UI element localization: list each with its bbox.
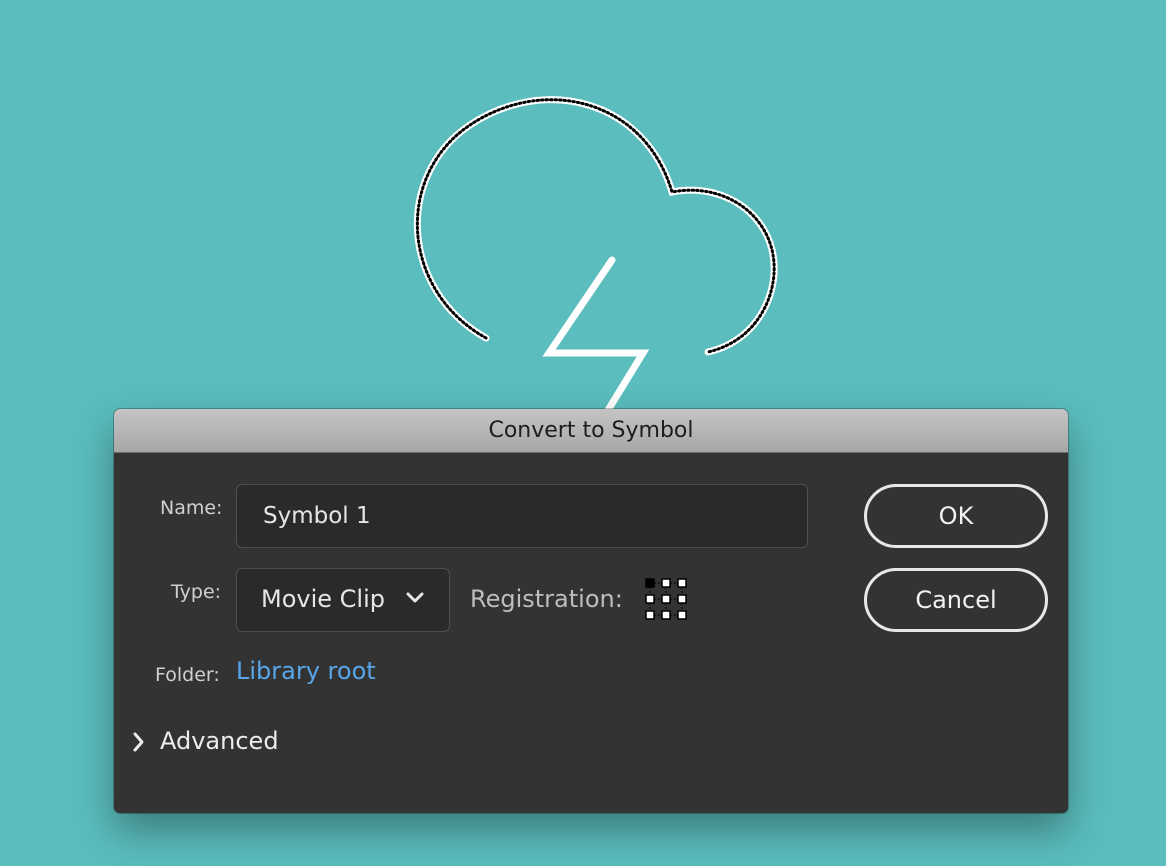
type-select[interactable]: Movie Clip [236,568,450,632]
chevron-right-icon [133,732,144,752]
folder-label: Folder: [155,664,220,686]
convert-to-symbol-dialog: Convert to Symbol Name: Type: Movie Clip… [114,409,1068,813]
type-selected-value: Movie Clip [261,585,385,613]
type-label: Type: [171,581,222,603]
registration-grid-icon[interactable] [644,577,688,621]
advanced-label: Advanced [160,727,279,755]
dialog-title: Convert to Symbol [488,418,694,443]
name-label: Name: [160,497,223,519]
ok-button[interactable]: OK [864,484,1048,548]
folder-link[interactable]: Library root [236,657,376,685]
dialog-titlebar[interactable]: Convert to Symbol [114,409,1068,453]
registration-label: Registration: [470,585,623,613]
canvas-stage: Convert to Symbol Name: Type: Movie Clip… [0,0,1166,866]
name-input[interactable] [236,484,808,548]
chevron-down-icon [406,592,424,603]
cancel-button[interactable]: Cancel [864,568,1048,632]
